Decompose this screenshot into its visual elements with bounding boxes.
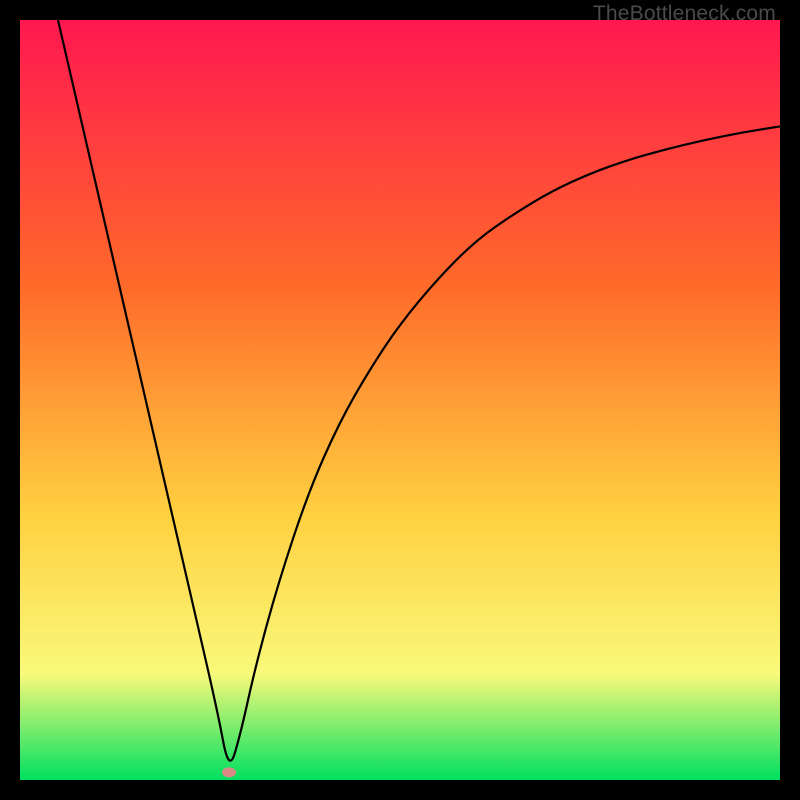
gradient-background (20, 20, 780, 780)
optimal-point-marker (222, 767, 236, 777)
chart-frame (20, 20, 780, 780)
watermark-text: TheBottleneck.com (593, 2, 776, 26)
bottleneck-chart (20, 20, 780, 780)
